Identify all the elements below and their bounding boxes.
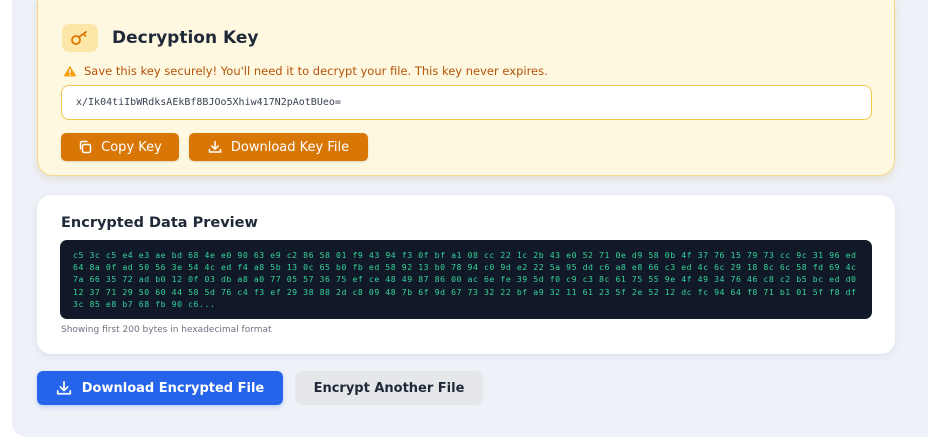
encrypted-data-preview-card: Encrypted Data Preview c5 3c c5 e4 e3 ae… [37, 195, 895, 354]
download-encrypted-file-label: Download Encrypted File [81, 380, 265, 396]
warning-icon [63, 65, 77, 77]
key-card-header: Decryption Key [62, 24, 259, 52]
key-warning-text: Save this key securely! You'll need it t… [84, 64, 548, 78]
encrypt-another-file-label: Encrypt Another File [313, 380, 465, 396]
copy-icon [79, 140, 92, 154]
key-warning: Save this key securely! You'll need it t… [63, 64, 548, 78]
download-encrypted-file-button[interactable]: Download Encrypted File [37, 371, 283, 405]
copy-key-label: Copy Key [101, 139, 162, 155]
download-key-file-label: Download Key File [230, 139, 350, 155]
hex-preview-text: c5 3c c5 e4 e3 ae bd 68 4e e0 90 63 e9 c… [73, 250, 857, 309]
preview-note: Showing first 200 bytes in hexadecimal f… [61, 325, 272, 335]
decryption-key-card: Decryption Key Save this key securely! Y… [37, 0, 895, 176]
hex-preview-box: c5 3c c5 e4 e3 ae bd 68 4e e0 90 63 e9 c… [60, 240, 872, 319]
download-icon [208, 140, 222, 153]
download-key-file-button[interactable]: Download Key File [189, 133, 368, 161]
encrypt-another-file-button[interactable]: Encrypt Another File [295, 371, 483, 405]
key-card-title: Decryption Key [112, 28, 259, 48]
download-icon [56, 380, 71, 395]
key-icon [62, 24, 98, 52]
decryption-key-field[interactable]: x/Ik04tiIbWRdksAEkBf8BJOo5Xhiw417N2pAotB… [61, 85, 872, 120]
copy-key-button[interactable]: Copy Key [61, 133, 179, 161]
preview-title: Encrypted Data Preview [61, 215, 258, 231]
